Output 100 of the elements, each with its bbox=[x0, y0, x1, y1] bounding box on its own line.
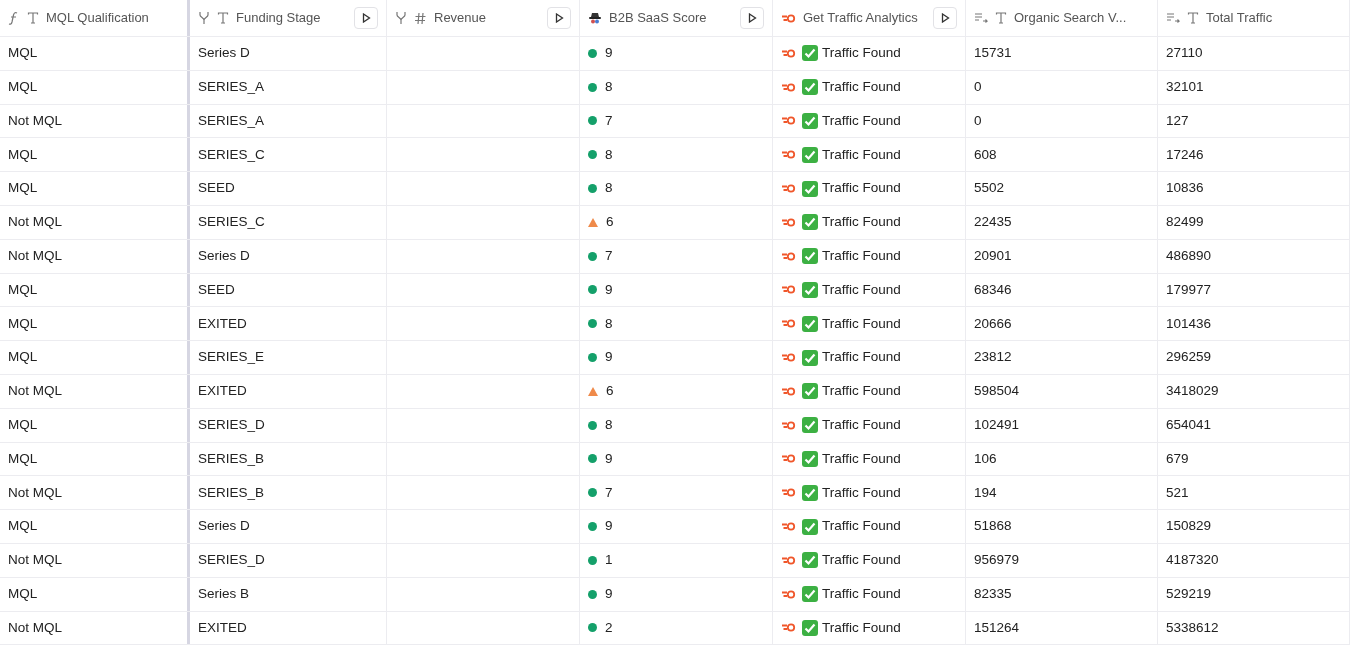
table-cell-text: 1 bbox=[605, 551, 613, 570]
column-header[interactable]: Revenue bbox=[387, 0, 580, 36]
run-button[interactable] bbox=[354, 7, 378, 29]
flame-icon bbox=[781, 352, 796, 364]
column-title: B2B SaaS Score bbox=[609, 9, 707, 28]
table-cell-text: Not MQL bbox=[8, 618, 62, 637]
table-cell-text: Not MQL bbox=[8, 213, 62, 232]
column-title: Funding Stage bbox=[236, 9, 321, 28]
text-type-icon bbox=[27, 12, 39, 24]
table-cell-text: SEED bbox=[198, 179, 235, 198]
column-header[interactable]: Get Traffic Analytics bbox=[773, 0, 966, 36]
table-cell-text: SERIES_D bbox=[198, 416, 265, 435]
table-cell-text: 654041 bbox=[1166, 416, 1212, 435]
table-cell-text: 82499 bbox=[1166, 213, 1204, 232]
table-cell-text: 6 bbox=[606, 382, 614, 401]
table-cell-text: 17246 bbox=[1166, 145, 1204, 164]
run-button[interactable] bbox=[933, 7, 957, 29]
flame-icon bbox=[781, 318, 796, 330]
checkmark-icon bbox=[802, 315, 818, 332]
table-cell-text: MQL bbox=[8, 517, 38, 536]
checkmark-icon bbox=[802, 214, 818, 231]
checkmark-icon bbox=[802, 518, 818, 535]
text-type-icon bbox=[1187, 12, 1199, 24]
column-header[interactable]: Total Traffic bbox=[1158, 0, 1350, 36]
table-cell-text: Not MQL bbox=[8, 551, 62, 570]
table-cell-text: 194 bbox=[974, 483, 997, 502]
table-cell-text: Traffic Found bbox=[822, 483, 901, 502]
table-cell-text: Series D bbox=[198, 44, 250, 63]
table-cell-text: 8 bbox=[605, 78, 613, 97]
checkmark-icon bbox=[802, 450, 818, 467]
table-cell-text: 68346 bbox=[974, 280, 1012, 299]
table-cell-text: 6 bbox=[606, 213, 614, 232]
fork-icon bbox=[198, 11, 210, 25]
table-cell-text: SERIES_B bbox=[198, 449, 265, 468]
table-cell-text: 102491 bbox=[974, 416, 1020, 435]
flame-icon bbox=[781, 419, 796, 431]
table-cell-text: Traffic Found bbox=[822, 618, 901, 637]
table-cell-text: 529219 bbox=[1166, 585, 1212, 603]
column-title: MQL Qualification bbox=[46, 9, 149, 28]
table-cell-text: Traffic Found bbox=[822, 280, 901, 299]
text-type-icon bbox=[217, 12, 229, 24]
table-cell-text: Traffic Found bbox=[822, 111, 901, 130]
table-cell-text: 486890 bbox=[1166, 247, 1212, 266]
table-cell-text: Traffic Found bbox=[822, 179, 901, 198]
table-cell-text: 7 bbox=[605, 247, 613, 266]
checkmark-icon bbox=[802, 349, 818, 366]
table-cell-text: MQL bbox=[8, 416, 38, 435]
table-cell-text: 150829 bbox=[1166, 517, 1212, 536]
checkmark-icon bbox=[802, 146, 818, 163]
table-cell-text: Series D bbox=[198, 247, 250, 266]
table-cell-text: Traffic Found bbox=[822, 314, 901, 333]
table-cell-text: MQL bbox=[8, 585, 38, 603]
column-header[interactable]: Organic Search V... bbox=[966, 0, 1158, 36]
table-cell-text: 151264 bbox=[974, 618, 1020, 637]
column-header[interactable]: B2B SaaS Score bbox=[580, 0, 773, 36]
table-cell-text: 608 bbox=[974, 145, 997, 164]
table-cell-text: 9 bbox=[605, 517, 613, 536]
column-header[interactable]: Funding Stage bbox=[190, 0, 387, 36]
table-cell-text: Traffic Found bbox=[822, 78, 901, 97]
flame-icon bbox=[781, 521, 796, 533]
flame-icon bbox=[781, 487, 796, 499]
flame-icon bbox=[781, 284, 796, 296]
flame-icon bbox=[781, 115, 796, 127]
checkmark-icon bbox=[802, 281, 818, 298]
flame-icon bbox=[781, 149, 796, 161]
table-cell-text: 51868 bbox=[974, 517, 1012, 536]
table-cell-text: SERIES_A bbox=[198, 78, 265, 97]
checkmark-icon bbox=[802, 79, 818, 96]
table-cell-text: Not MQL bbox=[8, 247, 62, 266]
play-icon bbox=[361, 13, 371, 23]
hash-icon bbox=[414, 11, 427, 25]
table-cell-text: 8 bbox=[605, 314, 613, 333]
run-button[interactable] bbox=[547, 7, 571, 29]
table-cell-text: 5502 bbox=[974, 179, 1005, 198]
flame-icon bbox=[781, 453, 796, 465]
flame-icon bbox=[781, 385, 796, 397]
run-button[interactable] bbox=[740, 7, 764, 29]
table-cell-text: 127 bbox=[1166, 111, 1189, 130]
table-cell-text: Not MQL bbox=[8, 483, 62, 502]
table-cell-text: 9 bbox=[605, 44, 613, 63]
play-icon bbox=[940, 13, 950, 23]
table-cell-text: 15731 bbox=[974, 44, 1012, 63]
table-cell-text: 7 bbox=[605, 483, 613, 502]
table-cell-text: Series B bbox=[198, 585, 250, 603]
table-cell-text: 27110 bbox=[1166, 44, 1203, 63]
text-type-icon bbox=[995, 12, 1007, 24]
table-cell-text: 679 bbox=[1166, 449, 1189, 468]
table-cell-text: Traffic Found bbox=[822, 585, 901, 603]
flame-icon bbox=[781, 588, 796, 600]
table-cell-text: 82335 bbox=[974, 585, 1012, 603]
flame-icon bbox=[781, 12, 796, 24]
table-cell-text: Traffic Found bbox=[822, 416, 901, 435]
table-cell-text: Traffic Found bbox=[822, 382, 901, 401]
table-cell-text: 296259 bbox=[1166, 348, 1212, 367]
column-header[interactable]: MQL Qualification bbox=[0, 0, 190, 36]
table-cell-text: 0 bbox=[974, 111, 982, 130]
checkmark-icon bbox=[802, 552, 818, 569]
table-cell-text: 10836 bbox=[1166, 179, 1204, 198]
table-cell-text: 8 bbox=[605, 416, 613, 435]
table-cell-text: SERIES_A bbox=[198, 111, 265, 130]
